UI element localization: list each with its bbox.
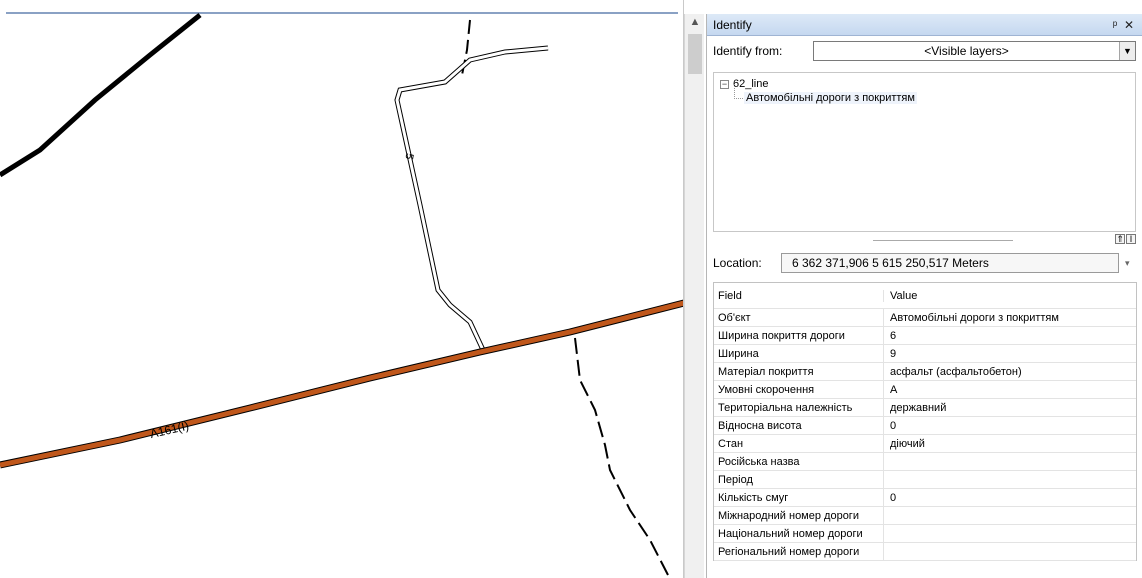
value-cell — [884, 543, 1136, 560]
table-row[interactable]: Об'єкт Автомобільні дороги з покриттям — [714, 309, 1136, 327]
value-cell: 9 — [890, 347, 897, 360]
field-cell: Ширина покриття дороги — [714, 327, 884, 344]
side-road-label: 5 — [403, 152, 416, 160]
table-row[interactable]: Національний номер дороги — [714, 525, 1136, 543]
table-row[interactable]: Міжнародний номер дороги — [714, 507, 1136, 525]
splitter-grip[interactable] — [873, 240, 1013, 241]
value-cell — [884, 471, 1136, 488]
field-cell: Об'єкт — [714, 309, 884, 326]
field-cell: Національний номер дороги — [714, 525, 884, 542]
identify-panel: Identify ᵖ ✕ Identify from: <Visible lay… — [706, 14, 1142, 578]
table-row[interactable]: Ширина покриття дороги 6 — [714, 327, 1136, 345]
chevron-down-icon[interactable]: ▼ — [1119, 42, 1135, 60]
field-cell: Період — [714, 471, 884, 488]
value-cell: діючий — [890, 437, 925, 450]
field-cell: Ширина — [714, 345, 884, 362]
identify-title: Identify — [713, 17, 752, 32]
field-cell: Відносна висота — [714, 417, 884, 434]
identify-from-label: Identify from: — [713, 44, 783, 58]
identify-from-select[interactable]: <Visible layers> ▼ — [813, 41, 1136, 61]
scroll-thumb[interactable] — [688, 34, 702, 74]
value-cell: асфальт (асфальтобетон) — [890, 365, 1022, 378]
table-header: Field Value — [714, 283, 1136, 309]
dashed-boundary-bottom — [574, 337, 669, 576]
value-cell: 6 — [890, 329, 897, 342]
location-menu-icon[interactable]: ▾ — [1125, 258, 1130, 269]
black-road — [0, 13, 202, 178]
field-cell: Регіональний номер дороги — [714, 543, 884, 560]
field-cell: Російська назва — [714, 453, 884, 470]
value-cell: 0 — [890, 419, 897, 432]
map-graphics: A161(I) 5 — [0, 13, 683, 576]
table-row[interactable]: Російська назва — [714, 453, 1136, 471]
expand-icon[interactable]: ⇑ — [1115, 234, 1125, 244]
tree-layer-node[interactable]: − 62_line — [720, 77, 1129, 91]
tree-feature-label: Автомобільні дороги з покриттям — [744, 92, 917, 104]
map-vertical-scrollbar[interactable]: ▲ — [684, 14, 704, 578]
value-cell — [884, 507, 1136, 524]
identify-titlebar: Identify ᵖ ✕ — [707, 14, 1142, 36]
table-row[interactable]: Стан діючий — [714, 435, 1136, 453]
collapse-icon[interactable]: − — [720, 79, 729, 89]
field-cell: Стан — [714, 435, 884, 452]
value-cell — [884, 525, 1136, 542]
value-cell — [884, 453, 1136, 470]
table-row[interactable]: Період — [714, 471, 1136, 489]
field-cell: Міжнародний номер дороги — [714, 507, 884, 524]
pin-icon[interactable]: ᵖ — [1108, 18, 1122, 32]
value-cell: 0 — [890, 491, 897, 504]
field-cell: Умовні скорочення — [714, 381, 884, 398]
location-label: Location: — [713, 256, 762, 270]
location-row: Location: 6 362 371,906 5 615 250,517 Me… — [713, 252, 1136, 274]
value-cell: А — [890, 383, 898, 396]
identify-from-value: <Visible layers> — [924, 44, 1009, 58]
scroll-up-icon[interactable]: ▲ — [689, 16, 701, 28]
header-field: Field — [714, 289, 884, 302]
table-row[interactable]: Відносна висота 0 — [714, 417, 1136, 435]
value-cell: державний — [890, 401, 947, 414]
tree-feature-node[interactable]: Автомобільні дороги з покриттям — [734, 84, 1129, 105]
identify-from-row: Identify from: <Visible layers> ▼ — [713, 40, 1136, 62]
panel-splitter[interactable]: ⇑ I — [713, 234, 1136, 246]
value-cell: Автомобільні дороги з покриттям — [890, 311, 1059, 324]
table-row[interactable]: Умовні скорочення А — [714, 381, 1136, 399]
table-row[interactable]: Кількість смуг 0 — [714, 489, 1136, 507]
table-row[interactable]: Матеріал покриття асфальт (асфальтобетон) — [714, 363, 1136, 381]
table-row[interactable]: Територіальна належність державний — [714, 399, 1136, 417]
close-icon[interactable]: ✕ — [1122, 18, 1136, 32]
layout-icon[interactable]: I — [1126, 234, 1136, 244]
field-cell: Територіальна належність — [714, 399, 884, 416]
location-field[interactable]: 6 362 371,906 5 615 250,517 Meters — [781, 253, 1119, 273]
header-value: Value — [890, 289, 918, 302]
table-row[interactable]: Регіональний номер дороги — [714, 543, 1136, 561]
results-tree: − 62_line Автомобільні дороги з покриття… — [713, 72, 1136, 232]
table-row[interactable]: Ширина 9 — [714, 345, 1136, 363]
main-road-label: A161(I) — [149, 419, 190, 441]
field-cell: Кількість смуг — [714, 489, 884, 506]
attribute-table: Field Value Об'єкт Автомобільні дороги з … — [713, 282, 1137, 561]
field-cell: Матеріал покриття — [714, 363, 884, 380]
map-canvas[interactable]: A161(I) 5 — [0, 0, 684, 578]
